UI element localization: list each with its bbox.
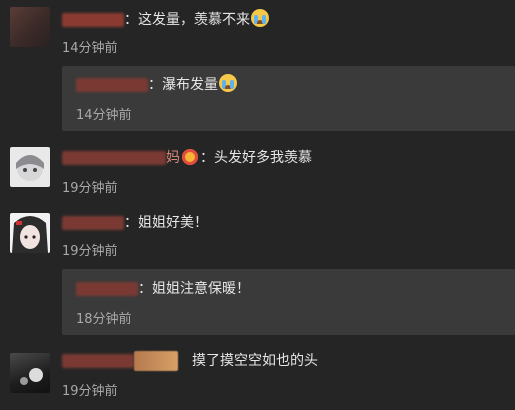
avatar-illustration (20, 368, 43, 385)
reply-box: ：姐姐注意保暖！ 18分钟前 (62, 269, 515, 335)
comment-text: 摸了摸空空如也的头 (192, 353, 318, 369)
username[interactable] (62, 13, 124, 27)
comment-line: ：这发量，羡慕不来 (62, 9, 269, 30)
comment-item: ：姐姐好美！ 19分钟前 ：姐姐注意保暖！ 18分钟前 (0, 205, 515, 335)
comment-time: 19分钟前 (62, 384, 118, 399)
comment-text: ：这发量，羡慕不来 (124, 12, 250, 28)
reply-time: 18分钟前 (76, 312, 132, 327)
avatar[interactable] (10, 7, 50, 47)
comment-line: 妈 ：头发好多我羡慕 (62, 148, 312, 168)
vip-badge-icon (182, 149, 198, 165)
reply-text: ：瀑布发量 (148, 77, 218, 93)
reply-line: ：姐姐注意保暖！ (76, 279, 250, 299)
reply-box: ：瀑布发量 14分钟前 (62, 66, 515, 131)
comment-text: ：姐姐好美！ (124, 215, 208, 231)
crying-emoji-icon (219, 74, 237, 92)
comment-time: 19分钟前 (62, 244, 118, 259)
username[interactable] (62, 354, 134, 368)
crying-emoji-icon (251, 9, 269, 27)
reply-time: 14分钟前 (76, 108, 132, 123)
comment-time: 19分钟前 (62, 181, 118, 196)
avatar-illustration (12, 216, 48, 253)
username[interactable] (76, 78, 148, 92)
comment-line: 摸了摸空空如也的头 (62, 351, 318, 371)
username-tail[interactable]: 妈 (166, 150, 180, 166)
comment-item: ：这发量，羡慕不来 14分钟前 ：瀑布发量 14分钟前 (0, 0, 515, 131)
comment-item: 妈 ：头发好多我羡慕 19分钟前 (0, 140, 515, 198)
avatar-illustration (16, 155, 44, 181)
reply-text: ：姐姐注意保暖！ (138, 281, 250, 297)
sticker-image-icon (134, 351, 178, 371)
comment-item: 摸了摸空空如也的头 19分钟前 (0, 345, 515, 410)
username[interactable] (62, 151, 166, 165)
username[interactable] (62, 216, 124, 230)
avatar[interactable] (10, 353, 50, 393)
avatar[interactable] (10, 213, 50, 253)
comment-line: ：姐姐好美！ (62, 213, 208, 233)
reply-line: ：瀑布发量 (76, 74, 237, 95)
avatar[interactable] (10, 147, 50, 187)
username[interactable] (76, 282, 138, 296)
comment-text: ：头发好多我羡慕 (200, 150, 312, 166)
comment-time: 14分钟前 (62, 41, 118, 56)
